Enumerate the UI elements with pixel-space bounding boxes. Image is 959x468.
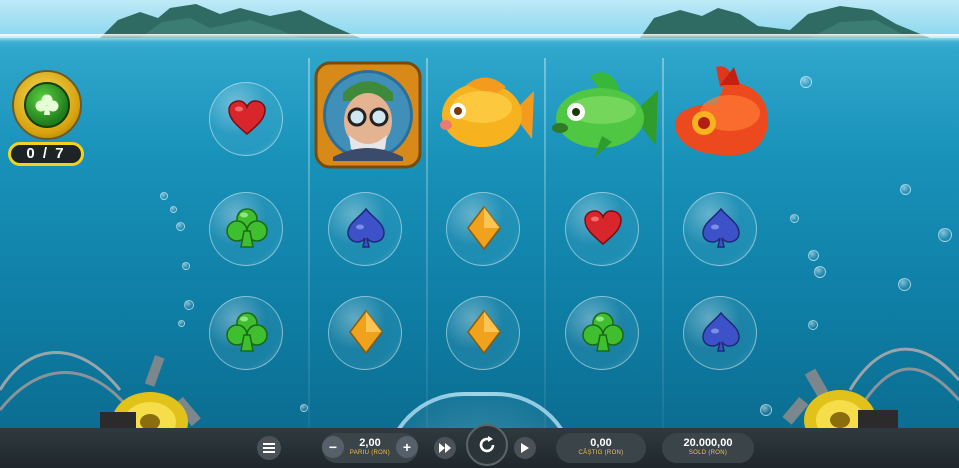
spin-icon [479,436,495,453]
turbo-button[interactable] [434,437,456,459]
reel-cell-spade [328,192,404,268]
ambient-bubble [184,300,194,310]
ambient-bubble [808,320,818,330]
club-icon [226,207,268,254]
heart-icon [227,99,267,141]
play-icon [521,443,529,453]
reel-cell-club [209,296,285,372]
spade-icon [701,311,741,358]
ambient-bubble [760,404,772,416]
reel-separator [662,58,664,428]
autoplay-button[interactable] [514,437,536,459]
diamond-icon [467,309,501,359]
spin-button[interactable] [466,424,508,466]
reel-cell-spade [683,192,759,268]
ambient-bubble [898,278,911,291]
menu-icon [263,443,275,453]
collect-counter: 0 / 7 [8,142,84,166]
menu-button[interactable] [257,436,281,460]
club-icon [226,311,268,358]
reel-cell-diamond [446,192,522,268]
ambient-bubble [300,404,308,412]
reel-cell-yellow-fish [430,62,542,172]
heart-icon [583,209,623,251]
ambient-bubble [808,250,819,261]
ambient-bubble [900,184,911,195]
ambient-bubble [814,266,826,278]
ambient-bubble [790,214,799,223]
reel-separator [544,58,546,428]
reel-cell-green-fish [549,62,661,172]
game-stage: 0 / 7 2,00 PARIU (RON) − + 0,00 CÂȘTIG (… [0,0,959,468]
reel-cell-club [209,192,285,268]
ambient-bubble [176,222,185,231]
ambient-bubble [938,228,952,242]
bet-decrease-button[interactable]: − [322,436,344,458]
win-label: CÂȘTIG (RON) [578,450,624,456]
harpoon-left [0,351,201,440]
ambient-bubble [170,206,177,213]
green-fish-symbol-icon [550,70,660,165]
collect-medallion [12,70,82,140]
balance-label: SOLD (RON) [688,450,728,456]
reel-cell-heart [565,192,641,268]
reel-cell-diamond [446,296,522,372]
reel-separator [426,58,428,428]
reel-cell-spade [683,296,759,372]
win-value: 0,00 [590,437,612,449]
reel-cell-diver [312,61,424,174]
reel-cell-diamond [328,296,404,372]
diamond-icon [467,205,501,255]
reel-cell-heart [209,82,285,158]
spade-icon [701,207,741,254]
red-fish-symbol-icon [670,63,776,172]
bet-increase-button[interactable]: + [396,436,418,458]
reel-cell-club [565,296,641,372]
balance-panel: 20.000,00 SOLD (RON) [662,433,754,463]
balance-value: 20.000,00 [683,437,733,449]
club-icon [582,311,624,358]
fast-forward-icon [439,443,451,453]
ambient-bubble [160,192,168,200]
diamond-icon [349,309,383,359]
diver-symbol-icon [313,61,423,174]
ambient-bubble [182,262,190,270]
harpoon-right [782,347,959,440]
win-panel: 0,00 CÂȘTIG (RON) [556,433,646,463]
ambient-bubble [800,76,812,88]
club-icon [35,94,59,115]
spade-icon [346,207,386,254]
waterline [0,34,959,42]
reel-separator [308,58,310,428]
yellow-fish-symbol-icon [436,73,536,162]
reel-cell-red-fish [667,62,779,172]
ambient-bubble [178,320,185,327]
